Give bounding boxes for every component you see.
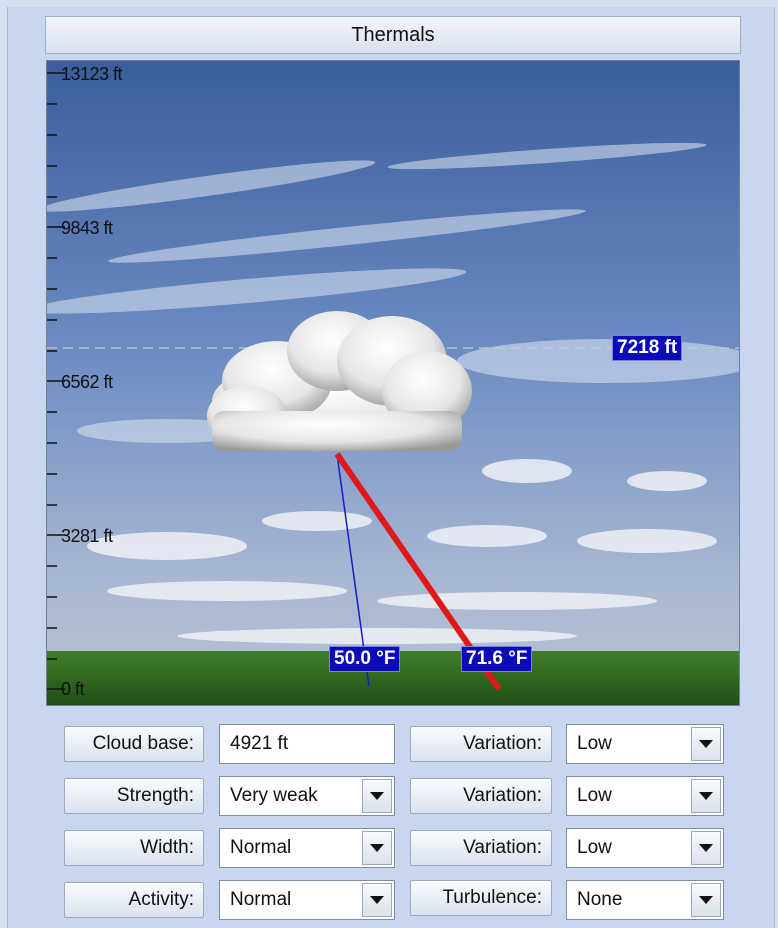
dew-point-readout: 50.0 °F bbox=[329, 646, 401, 672]
sky-scene bbox=[47, 61, 739, 705]
activity-select[interactable]: Normal bbox=[219, 880, 395, 920]
variation-label-1-text: Variation: bbox=[463, 733, 542, 754]
variation-select-3[interactable]: Low bbox=[566, 828, 724, 868]
cloud-base-value: 4921 ft bbox=[230, 733, 289, 754]
thermals-title-bar[interactable]: Thermals bbox=[45, 16, 741, 54]
cloud-top-readout: 7218 ft bbox=[612, 335, 683, 361]
cloud-base-label: Cloud base: bbox=[64, 726, 204, 762]
variation-label-1: Variation: bbox=[410, 726, 552, 762]
thermal-preview-viewport[interactable]: 13123 ft 9843 ft 6562 ft 3281 ft 0 ft 72… bbox=[46, 60, 740, 706]
altitude-label-3: 6562 ft bbox=[61, 372, 113, 392]
altitude-label-top: 13123 ft bbox=[61, 64, 123, 84]
thermals-title: Thermals bbox=[351, 23, 435, 46]
variation-2-value: Low bbox=[577, 785, 612, 806]
chevron-down-icon[interactable] bbox=[691, 831, 721, 865]
strength-value: Very weak bbox=[230, 785, 318, 806]
turbulence-value: None bbox=[577, 889, 623, 910]
variation-3-value: Low bbox=[577, 837, 612, 858]
variation-1-value: Low bbox=[577, 733, 612, 754]
variation-label-2-text: Variation: bbox=[463, 785, 542, 806]
chevron-down-icon[interactable] bbox=[362, 779, 392, 813]
width-value: Normal bbox=[230, 837, 292, 858]
turbulence-label: Turbulence: bbox=[410, 880, 552, 916]
turbulence-label-text: Turbulence: bbox=[442, 887, 542, 908]
width-select[interactable]: Normal bbox=[219, 828, 395, 868]
strength-select[interactable]: Very weak bbox=[219, 776, 395, 816]
altitude-label-2: 9843 ft bbox=[61, 218, 113, 238]
chevron-down-icon[interactable] bbox=[691, 779, 721, 813]
surface-temperature-readout: 71.6 °F bbox=[461, 646, 533, 672]
variation-label-3-text: Variation: bbox=[463, 837, 542, 858]
turbulence-select[interactable]: None bbox=[566, 880, 724, 920]
chevron-down-icon[interactable] bbox=[691, 883, 721, 917]
strength-label: Strength: bbox=[64, 778, 204, 814]
variation-select-2[interactable]: Low bbox=[566, 776, 724, 816]
strength-label-text: Strength: bbox=[116, 785, 194, 806]
activity-label-text: Activity: bbox=[128, 889, 194, 910]
variation-label-2: Variation: bbox=[410, 778, 552, 814]
cloud-base-label-text: Cloud base: bbox=[92, 733, 194, 754]
width-label: Width: bbox=[64, 830, 204, 866]
altitude-label-bottom: 0 ft bbox=[61, 679, 85, 699]
chevron-down-icon[interactable] bbox=[691, 727, 721, 761]
chevron-down-icon[interactable] bbox=[362, 883, 392, 917]
altitude-label-4: 3281 ft bbox=[61, 526, 113, 546]
width-label-text: Width: bbox=[140, 837, 194, 858]
chevron-down-icon[interactable] bbox=[362, 831, 392, 865]
activity-label: Activity: bbox=[64, 882, 204, 918]
variation-label-3: Variation: bbox=[410, 830, 552, 866]
activity-value: Normal bbox=[230, 889, 292, 910]
cloud-base-input[interactable]: 4921 ft bbox=[219, 724, 395, 764]
variation-select-1[interactable]: Low bbox=[566, 724, 724, 764]
